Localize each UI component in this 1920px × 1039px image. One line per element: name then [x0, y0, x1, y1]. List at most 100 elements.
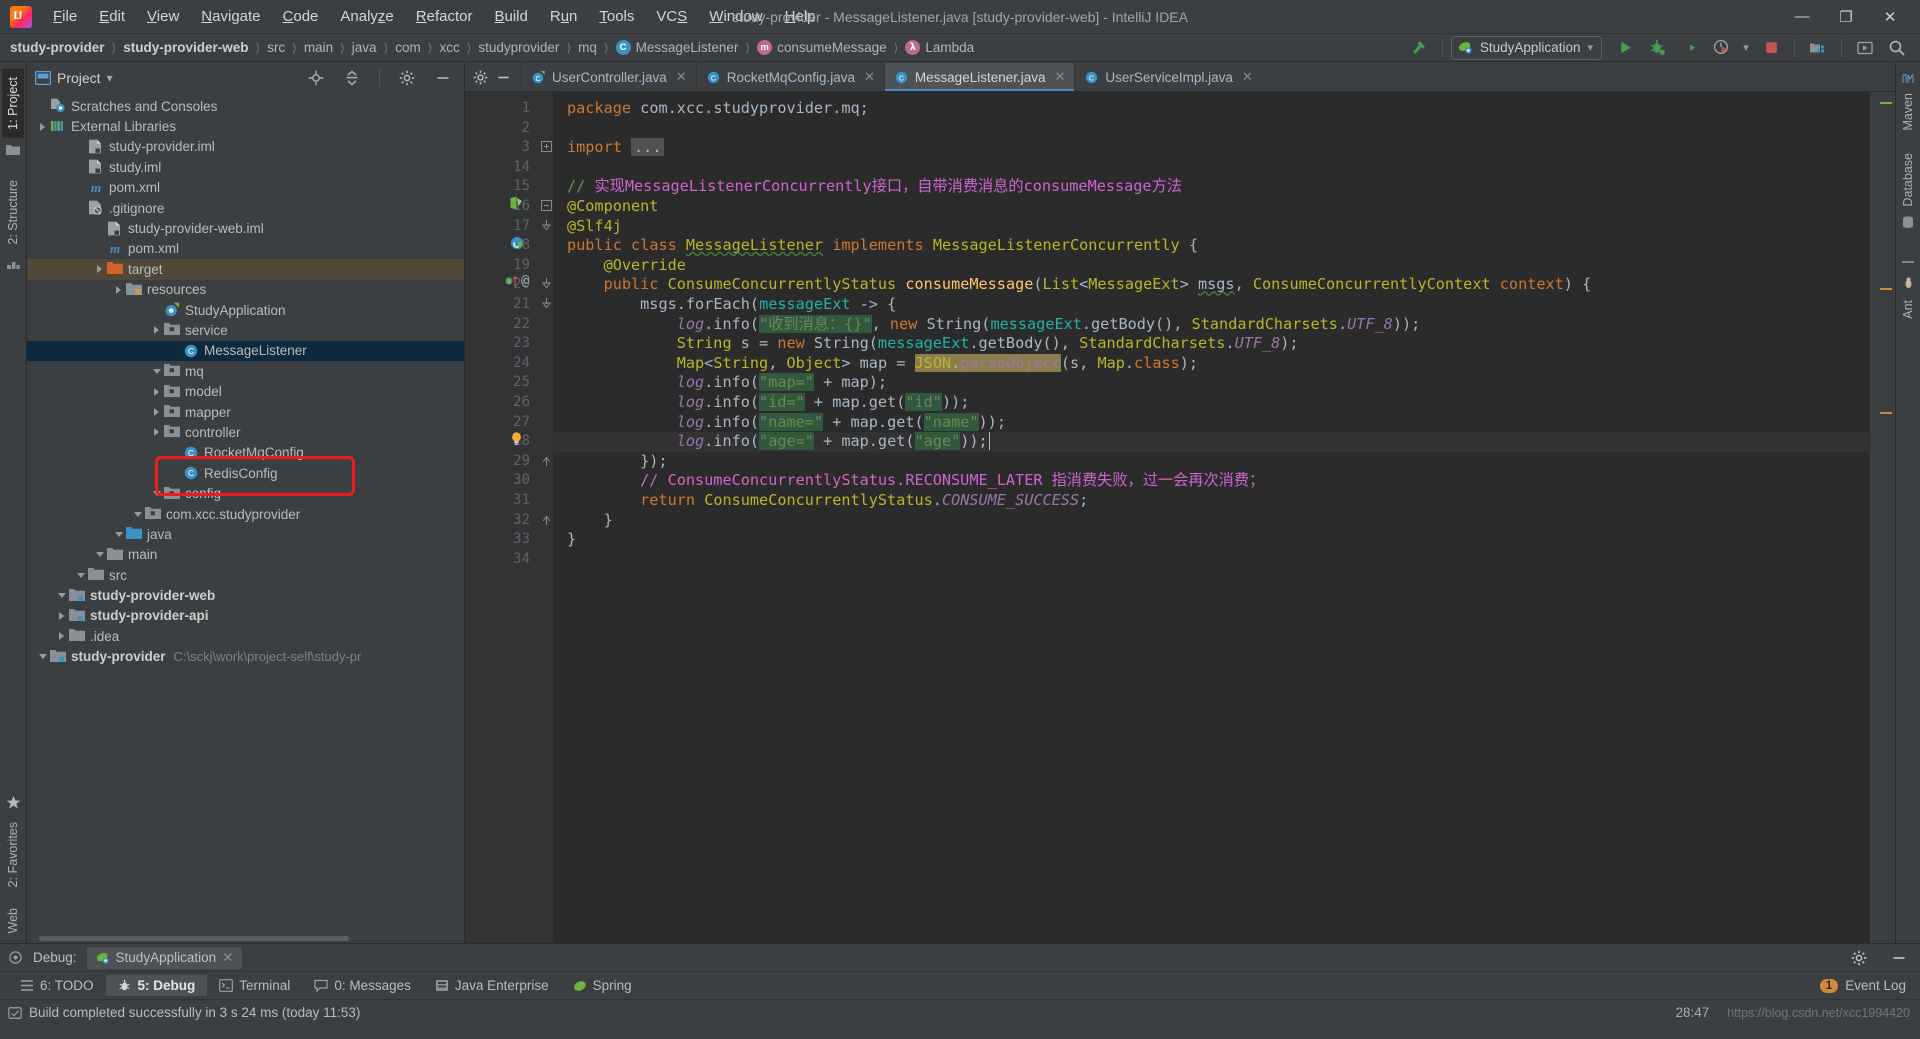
chevron-down-icon[interactable]: ▾ — [1587, 41, 1593, 54]
code-folding-strip[interactable] — [540, 92, 553, 943]
menu-tools[interactable]: Tools — [588, 4, 645, 29]
menu-view[interactable]: View — [136, 4, 190, 29]
close-icon[interactable]: ✕ — [1055, 69, 1066, 85]
tool-button-java-enterprise[interactable]: Java Enterprise — [423, 975, 561, 996]
fold-end-icon[interactable] — [541, 455, 552, 467]
menu-analyze[interactable]: Analyze — [329, 4, 404, 29]
tree-item-study-iml[interactable]: study.iml — [27, 157, 464, 177]
code-line[interactable]: Map<String, Object> map = JSON.parseObje… — [567, 353, 1198, 374]
stop-icon[interactable] — [1756, 36, 1786, 60]
breadcrumb-item-com[interactable]: com — [393, 38, 423, 57]
fold-arrow-icon[interactable] — [541, 278, 552, 290]
project-structure-icon[interactable] — [1803, 36, 1833, 60]
breadcrumb-item-src[interactable]: src — [265, 38, 287, 57]
tree-item-service[interactable]: service — [27, 320, 464, 340]
sidebar-tab-maven[interactable]: Maven — [1899, 89, 1917, 135]
collapse-right-icon[interactable] — [1901, 257, 1915, 267]
tree-item-src[interactable]: src — [27, 565, 464, 585]
close-icon[interactable]: ✕ — [1242, 69, 1253, 85]
tree-item--idea[interactable]: .idea — [27, 626, 464, 646]
tree-item-rocketmqconfig[interactable]: C RocketMqConfig — [27, 443, 464, 463]
profiler-icon[interactable] — [1706, 36, 1736, 60]
chevron-right-icon[interactable] — [149, 323, 164, 338]
chevron-right-icon[interactable] — [149, 384, 164, 399]
editor-tab-messagelistener[interactable]: C MessageListener.java ✕ — [883, 63, 1075, 91]
menu-refactor[interactable]: Refactor — [405, 4, 484, 29]
caret-position[interactable]: 28:47 — [1675, 1005, 1709, 1020]
tree-item-study-provider-iml[interactable]: study-provider.iml — [27, 137, 464, 157]
locate-icon[interactable] — [301, 66, 331, 90]
code-line[interactable]: // 实现MessageListenerConcurrently接口，自带消费消… — [567, 177, 1182, 197]
sidebar-tab-web[interactable]: Web — [4, 904, 22, 937]
gear-icon[interactable] — [1844, 946, 1874, 970]
tree-item-scratches-and-consoles[interactable]: Scratches and Consoles — [27, 96, 464, 116]
editor-gutter[interactable]: 1231415161718192021222324252627282930313… — [465, 92, 540, 943]
chevron-right-icon[interactable] — [35, 119, 50, 134]
breadcrumb-item-study-provider-web[interactable]: study-provider-web — [121, 38, 250, 57]
code-line[interactable]: String s = new String(messageExt.getBody… — [567, 334, 1299, 354]
tree-item-pom-xml[interactable]: m pom.xml — [27, 239, 464, 259]
sidebar-tab-favorites[interactable]: 2: Favorites — [4, 818, 22, 891]
menu-edit[interactable]: Edit — [88, 4, 136, 29]
close-icon[interactable]: ✕ — [222, 950, 233, 966]
event-log-button[interactable]: 1 Event Log — [1819, 978, 1920, 993]
chevron-down-icon[interactable]: ▾ — [107, 71, 113, 85]
search-everywhere-icon[interactable] — [1882, 36, 1912, 60]
menu-run[interactable]: Run — [539, 4, 589, 29]
chevron-down-icon[interactable] — [149, 364, 164, 379]
close-icon[interactable]: ✕ — [676, 69, 687, 85]
code-line[interactable]: public ConsumeConcurrentlyStatus consume… — [567, 275, 1592, 295]
gear-icon[interactable] — [392, 66, 422, 90]
tool-button-spring[interactable]: Spring — [561, 975, 644, 996]
chevron-right-icon[interactable] — [149, 425, 164, 440]
chevron-down-icon[interactable]: ▾ — [1738, 36, 1754, 60]
tree-item-messagelistener[interactable]: C MessageListener — [27, 340, 464, 362]
sidebar-tab-ant[interactable]: Ant — [1899, 296, 1917, 323]
tool-button-todo[interactable]: 6: TODO — [8, 975, 106, 996]
chevron-right-icon[interactable] — [54, 608, 69, 623]
collapse-all-icon[interactable] — [337, 66, 367, 90]
breadcrumb-item-xcc[interactable]: xcc — [437, 38, 461, 57]
run-coverage-icon[interactable] — [1674, 36, 1704, 60]
tool-button-debug[interactable]: 5: Debug — [105, 975, 208, 996]
debug-session-tab[interactable]: StudyApplication ✕ — [86, 946, 243, 969]
editor-tab-userserviceimpl[interactable]: C UserServiceImpl.java ✕ — [1074, 63, 1261, 91]
breadcrumb-item-java[interactable]: java — [350, 38, 379, 57]
tree-item-mq[interactable]: mq — [27, 361, 464, 381]
intention-bulb-icon[interactable] — [509, 431, 524, 447]
run-icon[interactable] — [1610, 36, 1640, 60]
chevron-down-icon[interactable] — [73, 568, 88, 583]
code-line[interactable]: public class MessageListener implements … — [567, 236, 1198, 256]
tree-item-target[interactable]: target — [27, 259, 464, 280]
breadcrumb-item-studyprovider[interactable]: studyprovider — [476, 38, 561, 57]
code-line[interactable]: @Component — [567, 197, 658, 217]
tree-item-pom-xml[interactable]: m pom.xml — [27, 178, 464, 198]
chevron-right-icon[interactable] — [111, 282, 126, 297]
breadcrumb-item-main[interactable]: main — [302, 38, 335, 57]
tree-item-redisconfig[interactable]: C RedisConfig — [27, 463, 464, 483]
fold-arrow-icon[interactable] — [541, 298, 552, 310]
code-line[interactable]: package com.xcc.studyprovider.mq; — [567, 99, 869, 119]
tree-item-main[interactable]: main — [27, 545, 464, 565]
fold-plus-icon[interactable] — [541, 141, 552, 153]
breadcrumb-item-study-provider[interactable]: study-provider — [8, 38, 107, 57]
fold-minus-icon[interactable] — [541, 200, 552, 211]
chevron-down-icon[interactable] — [35, 649, 50, 664]
tree-item-controller[interactable]: controller — [27, 422, 464, 442]
spring-class-gutter-icon[interactable] — [509, 235, 525, 251]
hide-icon[interactable] — [428, 66, 458, 90]
code-line[interactable]: // ConsumeConcurrentlyStatus.RECONSUME_L… — [567, 471, 1264, 491]
hide-icon[interactable] — [496, 70, 511, 85]
code-line[interactable]: }); — [567, 452, 667, 472]
annotation-gutter-icon[interactable]: @ — [521, 273, 529, 289]
breadcrumb-item-lambda[interactable]: λ Lambda — [903, 38, 976, 57]
menu-help[interactable]: Help — [774, 4, 827, 29]
menu-vcs[interactable]: VCS — [645, 4, 698, 29]
tool-button-terminal[interactable]: Terminal — [207, 975, 302, 996]
close-button[interactable]: ✕ — [1868, 2, 1912, 32]
editor-marker-strip[interactable] — [1870, 92, 1895, 943]
chevron-right-icon[interactable] — [149, 405, 164, 420]
tree-item-config[interactable]: config — [27, 483, 464, 503]
sidebar-tab-database[interactable]: Database — [1899, 149, 1917, 211]
tree-item-external-libraries[interactable]: External Libraries — [27, 116, 464, 136]
